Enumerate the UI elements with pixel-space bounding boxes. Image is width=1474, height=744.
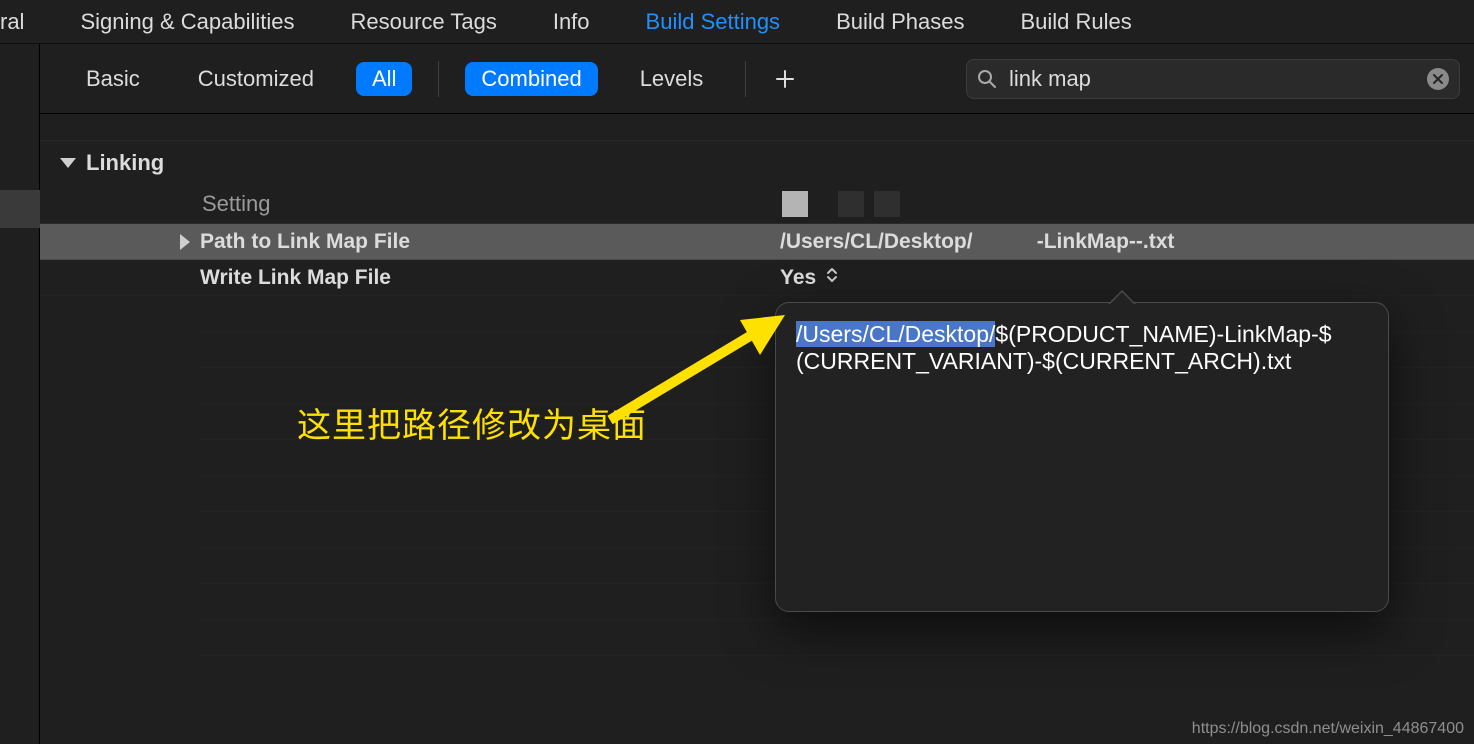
setting-row-write-link-map[interactable]: Write Link Map File Yes: [40, 260, 1474, 296]
search-input[interactable]: [1007, 65, 1427, 93]
filter-customized[interactable]: Customized: [182, 62, 330, 96]
setting-value[interactable]: /Users/CL/Desktop/ -LinkMap--.txt: [780, 230, 1474, 254]
add-build-setting-button[interactable]: [772, 66, 798, 92]
filter-basic[interactable]: Basic: [70, 62, 156, 96]
build-settings-filterbar: Basic Customized All Combined Levels: [40, 44, 1474, 114]
value-editor-popover[interactable]: /Users/CL/Desktop/$(PRODUCT_NAME)-LinkMa…: [775, 302, 1389, 612]
watermark: https://blog.csdn.net/weixin_44867400: [1192, 720, 1464, 738]
popover-arrow: [1108, 290, 1136, 304]
setting-row-path-to-link-map[interactable]: Path to Link Map File /Users/CL/Desktop/…: [40, 224, 1474, 260]
annotation-text: 这里把路径修改为桌面: [297, 398, 647, 447]
editor-tabs: ral Signing & Capabilities Resource Tags…: [0, 0, 1474, 44]
filter-combined[interactable]: Combined: [465, 62, 597, 96]
tab-build-settings[interactable]: Build Settings: [618, 0, 809, 44]
separator: [745, 61, 746, 97]
tab-build-phases[interactable]: Build Phases: [808, 0, 992, 44]
search-icon: [977, 69, 997, 89]
plus-icon: [775, 69, 795, 89]
tab-info[interactable]: Info: [525, 0, 618, 44]
section-linking[interactable]: Linking: [40, 140, 1474, 184]
columns-header: Setting: [40, 184, 1474, 224]
stepper-icon: [826, 266, 838, 289]
filter-levels[interactable]: Levels: [624, 62, 720, 96]
clear-search-icon[interactable]: [1427, 68, 1449, 90]
setting-label: Write Link Map File: [200, 266, 780, 290]
tab-resource-tags[interactable]: Resource Tags: [322, 0, 524, 44]
tab-general[interactable]: ral: [0, 0, 52, 44]
setting-value[interactable]: Yes: [780, 266, 1474, 290]
section-title: Linking: [86, 150, 164, 176]
tab-build-rules[interactable]: Build Rules: [992, 0, 1159, 44]
search-field[interactable]: [966, 59, 1460, 99]
popover-text[interactable]: /Users/CL/Desktop/$(PRODUCT_NAME)-LinkMa…: [796, 321, 1368, 375]
setting-label: Path to Link Map File: [200, 230, 780, 254]
chevron-right-icon: [180, 234, 190, 250]
column-target-header: [782, 191, 1474, 217]
empty-row: [200, 620, 1474, 656]
separator: [438, 61, 439, 97]
selected-target-row[interactable]: [0, 190, 40, 228]
column-setting-label: Setting: [202, 191, 782, 217]
selected-text: /Users/CL/Desktop/: [796, 321, 995, 347]
tab-signing-capabilities[interactable]: Signing & Capabilities: [52, 0, 322, 44]
app-target-icon: [782, 191, 808, 217]
filter-all[interactable]: All: [356, 62, 412, 96]
chevron-down-icon: [60, 158, 76, 168]
targets-sidebar: [0, 44, 40, 744]
